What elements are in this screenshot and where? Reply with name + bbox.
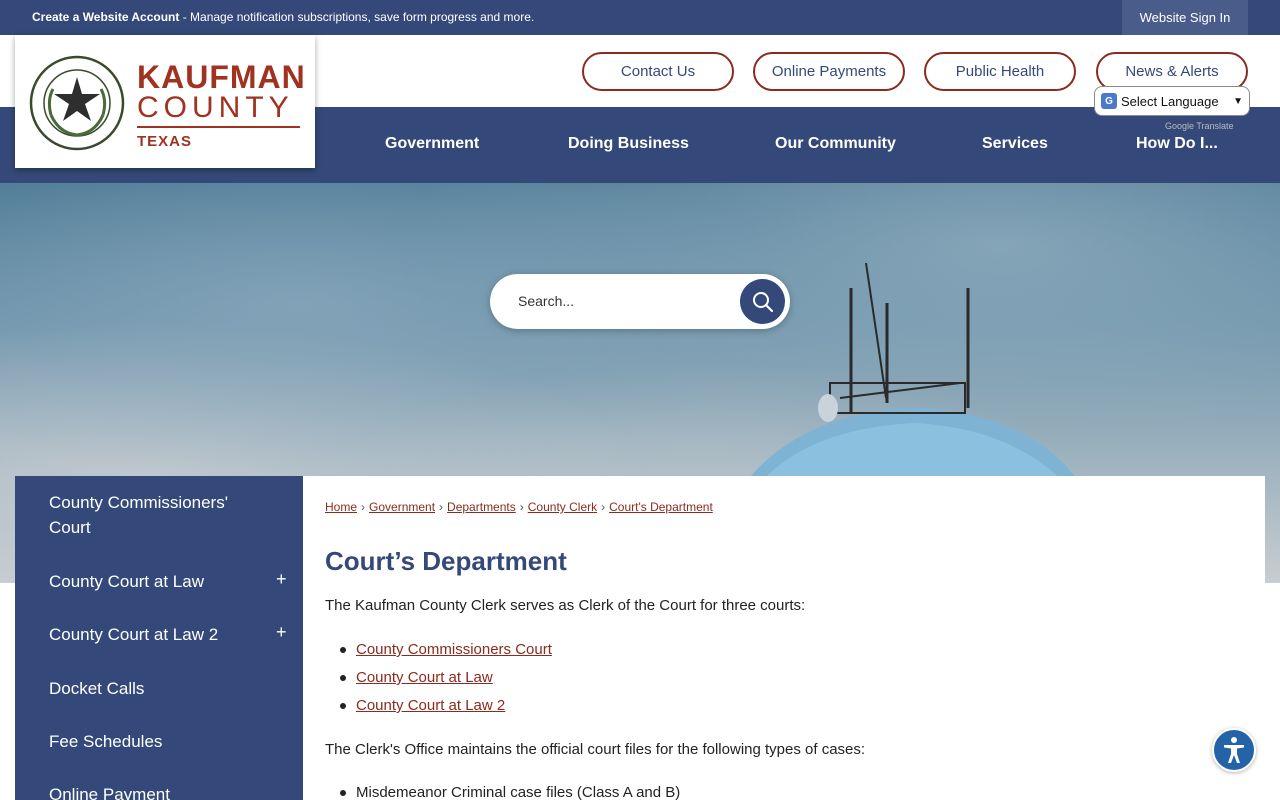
breadcrumb-home[interactable]: Home [325,500,357,514]
online-payments-button[interactable]: Online Payments [753,52,905,91]
breadcrumb-separator: › [439,500,444,514]
sidebar-item-docket-calls[interactable]: Docket Calls [49,676,144,701]
accessibility-button[interactable] [1212,728,1256,772]
logo-texas-text: TEXAS [137,133,193,150]
language-select-label: Select Language [1121,93,1219,109]
create-account-link[interactable]: Create a Website Account [32,10,179,24]
files-intro-paragraph: The Clerk's Office maintains the officia… [325,741,866,758]
search-icon [752,291,773,312]
breadcrumb-departments[interactable]: Departments [447,500,516,514]
nav-services[interactable]: Services [982,135,1048,153]
list-bullet [340,703,346,709]
intro-paragraph: The Kaufman County Clerk serves as Clerk… [325,597,806,614]
create-account-description: - Manage notification subscriptions, sav… [179,10,535,24]
county-seal-icon [29,55,125,151]
chevron-down-icon: ▼ [1233,95,1243,107]
sidebar-item-fee-schedules[interactable]: Fee Schedules [49,729,162,754]
nav-our-community[interactable]: Our Community [775,135,896,153]
breadcrumb-separator: › [361,500,366,514]
breadcrumb-courts-department[interactable]: Court's Department [609,500,713,514]
page-title: Court’s Department [325,546,567,576]
accessibility-icon [1224,737,1244,763]
kaufman-county-logo[interactable]: KAUFMAN COUNTY TEXAS [15,35,315,168]
public-health-button[interactable]: Public Health [924,52,1076,91]
expand-icon[interactable]: + [276,622,287,643]
list-bullet [340,675,346,681]
breadcrumb-government[interactable]: Government [369,500,435,514]
nav-doing-business[interactable]: Doing Business [568,135,689,153]
nav-how-do-i[interactable]: How Do I... [1136,135,1218,153]
expand-icon[interactable]: + [276,569,287,590]
google-translate-icon: G [1101,93,1117,109]
create-account-banner[interactable]: Create a Website Account - Manage notifi… [32,10,534,24]
breadcrumb-separator: › [519,500,524,514]
search-input[interactable] [518,289,718,313]
case-type-item: Misdemeanor Criminal case files (Class A… [356,784,681,800]
google-translate-credit: Google Translate [1165,121,1234,131]
search-button[interactable] [740,279,785,324]
nav-government[interactable]: Government [385,135,479,153]
sidebar-item-commissioners-court[interactable]: County Commissioners' Court [49,490,249,540]
sidebar-item-county-court-at-law-2[interactable]: County Court at Law 2 [49,622,218,647]
list-bullet [340,790,346,796]
breadcrumb: Home › Government › Departments › County Clerk… [325,500,713,514]
link-county-court-at-law[interactable]: County Court at Law [356,669,493,686]
link-county-commissioners-court[interactable]: County Commissioners Court [356,641,552,658]
logo-county-text: COUNTY [137,91,294,124]
breadcrumb-separator: › [601,500,606,514]
list-bullet [340,647,346,653]
sidebar-item-county-court-at-law[interactable]: County Court at Law [49,569,204,594]
logo-divider [137,126,300,128]
sidebar-item-online-payment[interactable]: Online Payment [49,782,170,800]
language-select[interactable]: G Select Language ▼ [1094,86,1250,116]
breadcrumb-county-clerk[interactable]: County Clerk [528,500,597,514]
website-sign-in-button[interactable]: Website Sign In [1122,0,1248,35]
top-utility-bar: Create a Website Account - Manage notifi… [0,0,1280,35]
link-county-court-at-law-2[interactable]: County Court at Law 2 [356,697,505,714]
contact-us-button[interactable]: Contact Us [582,52,734,91]
